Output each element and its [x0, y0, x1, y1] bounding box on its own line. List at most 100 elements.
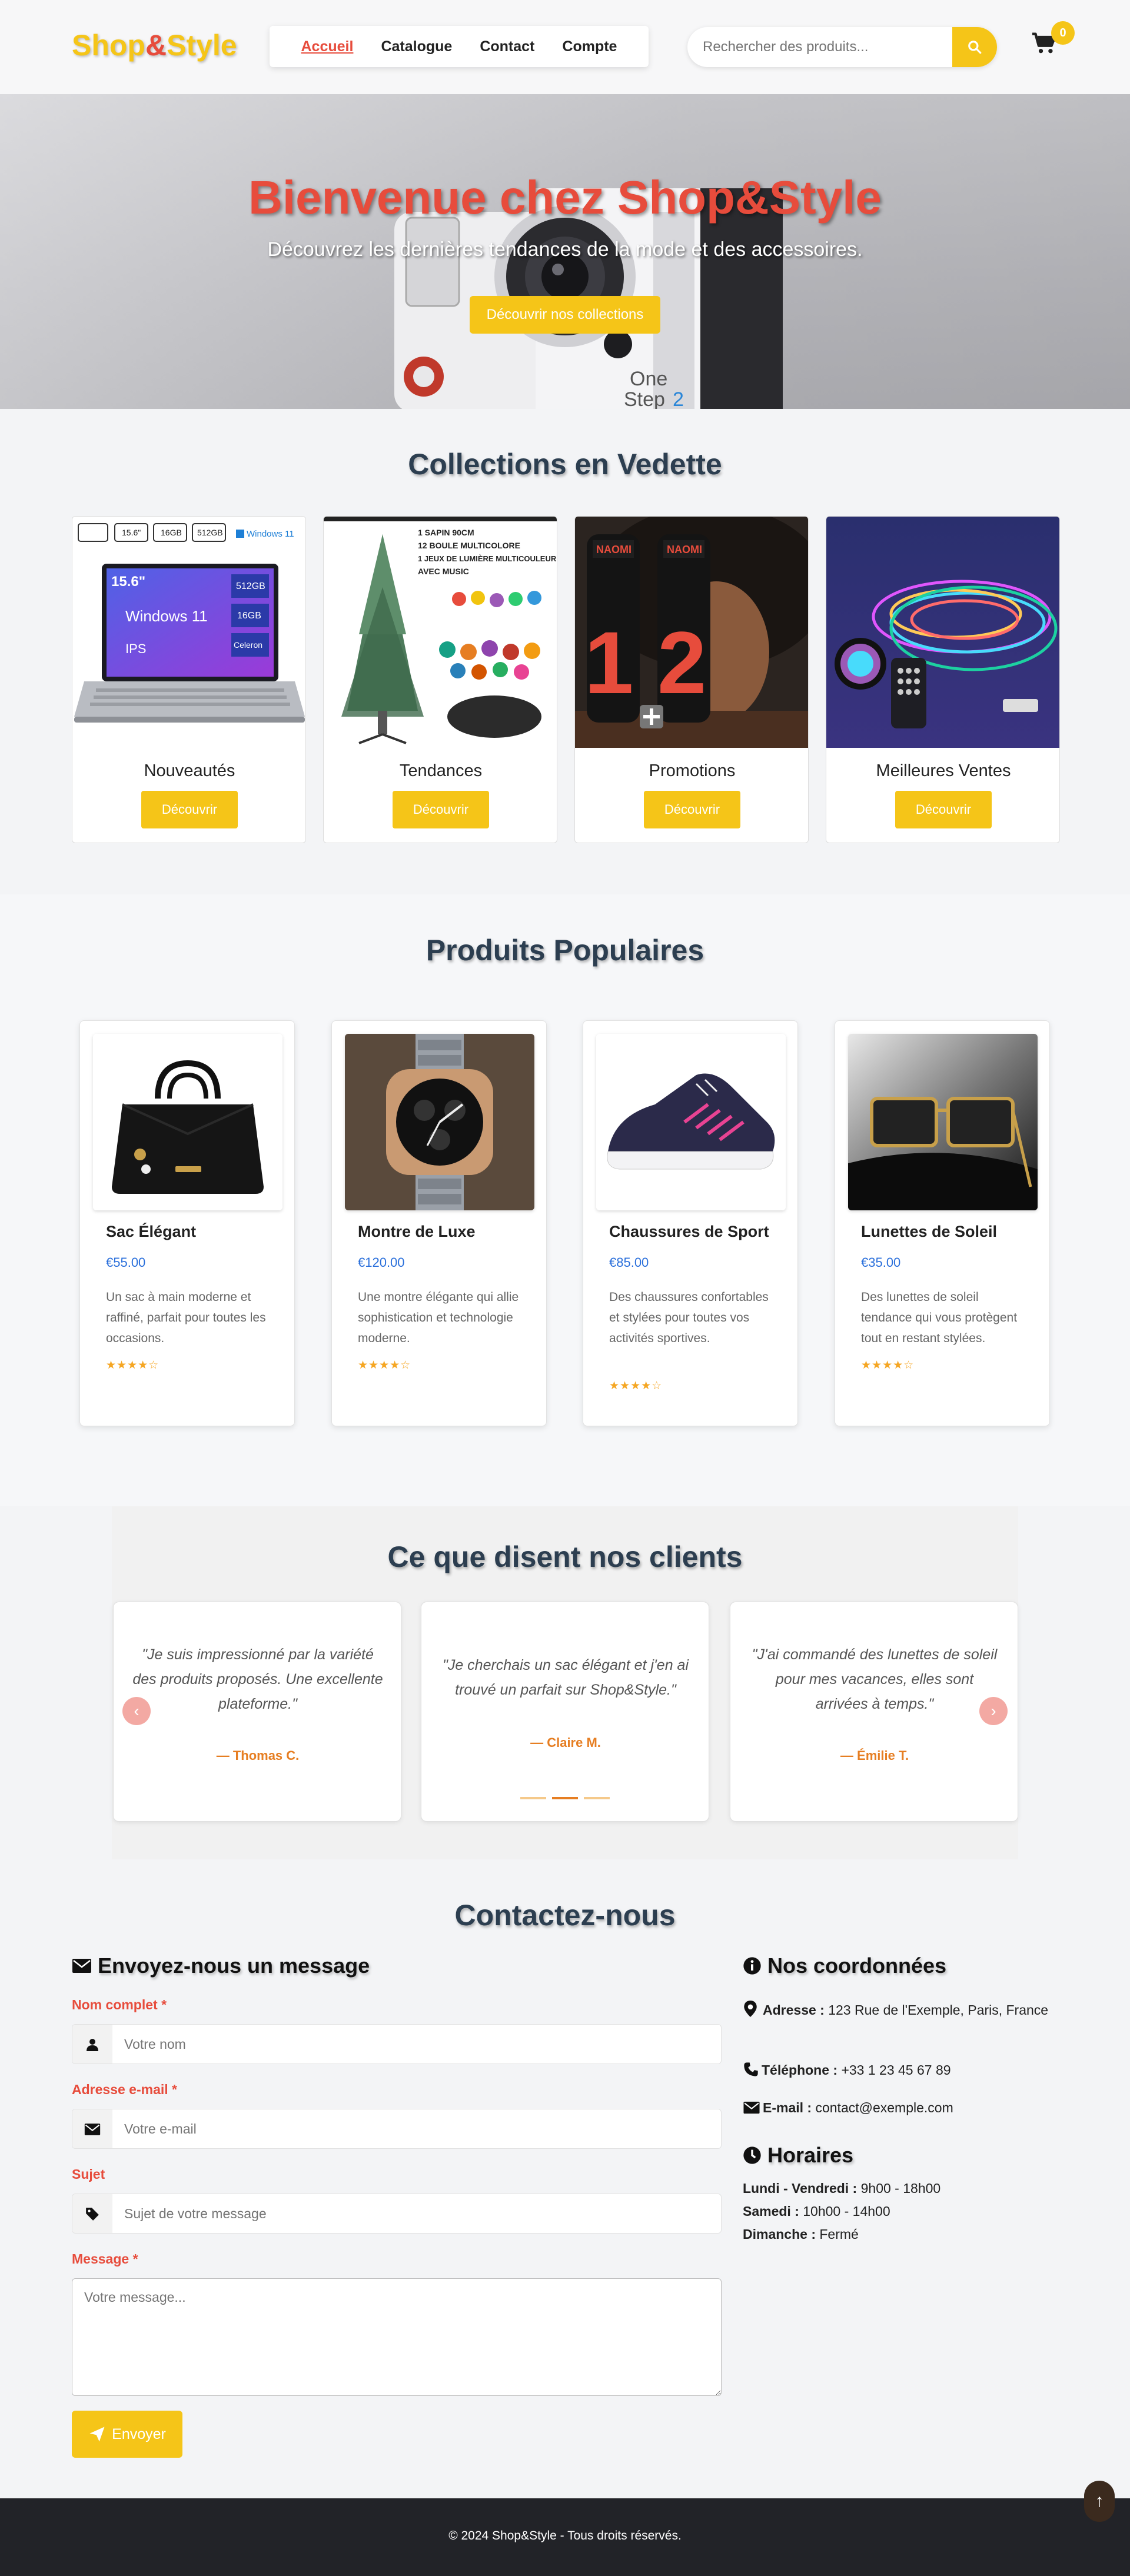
- email-label: Adresse e-mail *: [72, 2082, 177, 2097]
- testimonial-author: — Claire M.: [530, 1735, 601, 1750]
- nav-link-accueil[interactable]: Accueil: [301, 38, 354, 55]
- site-footer: © 2024 Shop&Style - Tous droits réservés…: [0, 2498, 1130, 2576]
- product-name: Montre de Luxe: [358, 1223, 476, 1240]
- clock-icon: [743, 2146, 761, 2164]
- search-bar: [687, 27, 997, 67]
- product-card-chaussures[interactable]: Chaussures de Sport €85.00 Des chaussure…: [583, 1020, 798, 1426]
- collection-card-meilleures-ventes: Meilleures Ventes Découvrir: [826, 516, 1060, 843]
- laptop-spec-ram: 16GB: [161, 528, 182, 537]
- discover-button-tendances[interactable]: Découvrir: [393, 791, 489, 828]
- laptop-spec-storage: 512GB: [197, 528, 223, 537]
- testimonial-card: "Je suis impressionné par la variété des…: [113, 1602, 401, 1822]
- copyright-text: © 2024 Shop&Style - Tous droits réservés…: [448, 2529, 682, 2542]
- subject-input[interactable]: [112, 2194, 719, 2233]
- testimonial-quote: "Je cherchais un sac élégant et j'en ai …: [442, 1657, 689, 1698]
- product-card-sac[interactable]: Sac Élégant €55.00 Un sac à main moderne…: [79, 1020, 295, 1426]
- contact-title: Contactez-nous: [454, 1899, 676, 1932]
- site-header: Shop&Style Accueil Catalogue Contact Com…: [0, 0, 1130, 94]
- search-input[interactable]: [687, 27, 952, 67]
- logo[interactable]: Shop&Style: [72, 28, 237, 62]
- product-name: Lunettes de Soleil: [861, 1223, 998, 1240]
- message-label: Message *: [72, 2251, 138, 2267]
- collections-title: Collections en Vedette: [408, 448, 722, 481]
- nav-link-compte[interactable]: Compte: [562, 38, 617, 55]
- product-price: €85.00: [609, 1255, 649, 1270]
- email-field: [72, 2109, 722, 2149]
- envelope-icon: [72, 2109, 112, 2148]
- product-description: Des lunettes de soleil tendance qui vous…: [861, 1290, 1018, 1345]
- promo-number-1: 1: [584, 613, 633, 712]
- back-to-top-button[interactable]: ↑: [1084, 2481, 1115, 2522]
- product-name: Sac Élégant: [106, 1223, 197, 1240]
- product-card-montre[interactable]: Montre de Luxe €120.00 Une montre élégan…: [331, 1020, 547, 1426]
- product-description: Un sac à main moderne et raffiné, parfai…: [106, 1290, 266, 1345]
- product-card-lunettes[interactable]: Lunettes de Soleil €35.00 Des lunettes d…: [835, 1020, 1050, 1426]
- main-nav: Accueil Catalogue Contact Compte: [270, 26, 649, 67]
- collection-image-tree: 1 SAPIN 90CM 12 BOULE MULTICOLORE 1 JEUX…: [324, 517, 557, 748]
- laptop-os: Windows 11: [125, 607, 208, 625]
- name-field: [72, 2024, 722, 2064]
- product-rating-stars: ★★★★☆: [861, 1359, 915, 1372]
- phone-line: Téléphone : +33 1 23 45 67 89: [743, 2057, 1055, 2083]
- collection-card-tendances: 1 SAPIN 90CM 12 BOULE MULTICOLORE 1 JEUX…: [323, 516, 557, 843]
- collection-image-haircare: NAOMI NAOMI 1 2: [575, 517, 808, 748]
- collection-image-lights: [826, 517, 1059, 748]
- carousel-dot[interactable]: [584, 1797, 610, 1799]
- send-button[interactable]: Envoyer: [72, 2411, 182, 2458]
- phone-icon: [744, 2062, 758, 2076]
- subject-field: [72, 2194, 722, 2234]
- nav-link-catalogue[interactable]: Catalogue: [381, 38, 452, 55]
- info-icon: [743, 1957, 761, 1975]
- search-button[interactable]: [952, 27, 997, 67]
- email-input[interactable]: [112, 2109, 719, 2148]
- hours-sunday: Dimanche : Fermé: [743, 2226, 859, 2242]
- collection-name: Meilleures Ventes: [876, 761, 1011, 780]
- carousel-dot-active[interactable]: [552, 1797, 578, 1799]
- paper-plane-icon: [89, 2427, 105, 2442]
- contact-email-link[interactable]: contact@exemple.com: [815, 2100, 953, 2115]
- discover-collections-button[interactable]: Découvrir nos collections: [470, 296, 660, 334]
- carousel-prev-button[interactable]: ‹: [122, 1697, 151, 1725]
- name-label: Nom complet *: [72, 1997, 167, 2012]
- laptop-badge-os: Windows 11: [247, 529, 294, 539]
- svg-text:One: One: [630, 368, 667, 390]
- carousel-dot[interactable]: [520, 1797, 546, 1799]
- location-pin-icon: [744, 2001, 757, 2017]
- discover-button-meilleures-ventes[interactable]: Découvrir: [895, 791, 992, 828]
- hero-subtitle: Découvrez les dernières tendances de la …: [267, 238, 863, 261]
- testimonial-card: "J'ai commandé des lunettes de soleil po…: [730, 1602, 1018, 1822]
- carousel-next-button[interactable]: ›: [979, 1697, 1008, 1725]
- name-input[interactable]: [112, 2025, 719, 2064]
- product-image-sneaker: [596, 1034, 786, 1210]
- email-info-line: E-mail : contact@exemple.com: [743, 2095, 1055, 2121]
- user-icon: [72, 2025, 112, 2064]
- testimonial-author: — Thomas C.: [216, 1748, 300, 1763]
- tree-label-4: AVEC MUSIC: [418, 567, 469, 576]
- product-name: Chaussures de Sport: [609, 1223, 769, 1240]
- hours-saturday: Samedi : 10h00 - 14h00: [743, 2204, 890, 2219]
- nav-link-contact[interactable]: Contact: [480, 38, 534, 55]
- product-price: €35.00: [861, 1255, 901, 1270]
- discover-button-promotions[interactable]: Découvrir: [644, 791, 740, 828]
- cart-button[interactable]: 0: [1031, 21, 1075, 61]
- hero-title: Bienvenue chez Shop&Style: [248, 171, 882, 224]
- search-icon: [968, 41, 982, 54]
- product-image-watch: [345, 1034, 534, 1210]
- tree-label-2: 12 BOULE MULTICOLORE: [418, 541, 520, 550]
- tree-label-1: 1 SAPIN 90CM: [418, 528, 474, 537]
- product-rating-stars: ★★★★☆: [609, 1380, 663, 1392]
- product-rating-stars: ★★★★☆: [106, 1359, 159, 1372]
- product-image-bag: [93, 1034, 282, 1210]
- tree-label-3: 1 JEUX DE LUMIÈRE MULTICOULEUR: [418, 554, 557, 563]
- form-heading: Envoyez-nous un message: [72, 1953, 370, 1978]
- laptop-panel: IPS: [125, 641, 146, 656]
- message-textarea[interactable]: [72, 2278, 722, 2396]
- collection-card-promotions: NAOMI NAOMI 1 2 Promotions Découvrir: [574, 516, 809, 843]
- testimonial-quote: "J'ai commandé des lunettes de soleil po…: [752, 1646, 998, 1712]
- laptop-ram: 16GB: [237, 611, 261, 621]
- product-price: €55.00: [106, 1255, 146, 1270]
- testimonial-quote: "Je suis impressionné par la variété des…: [132, 1646, 383, 1712]
- promo-brand-2: NAOMI: [667, 544, 702, 555]
- collection-name: Tendances: [399, 761, 483, 780]
- discover-button-nouveautes[interactable]: Découvrir: [141, 791, 238, 828]
